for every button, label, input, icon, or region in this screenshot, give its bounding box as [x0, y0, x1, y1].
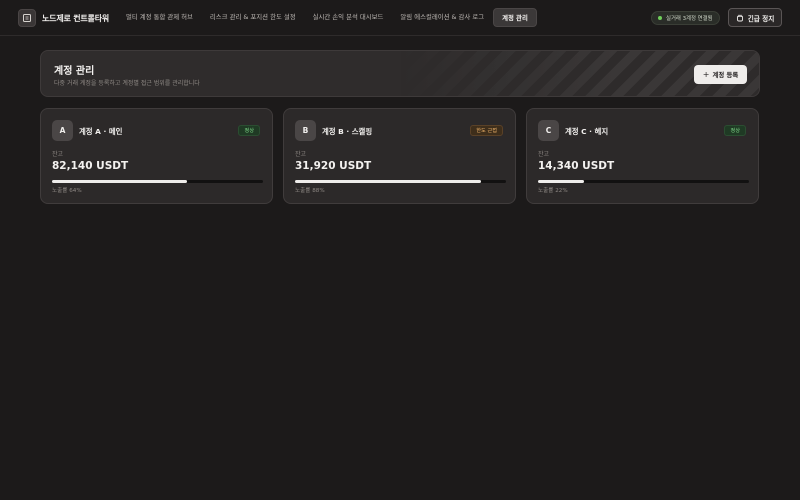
add-account-label: 계정 등록: [712, 71, 739, 79]
account-avatar: C: [538, 120, 559, 141]
page-subtitle: 다중 거래 계정을 등록하고 계정별 접근 범위를 관리합니다: [54, 80, 200, 87]
nav-item-pnl-dashboard[interactable]: 실시간 손익 분석 대시보드: [305, 8, 392, 27]
account-name: 계정 C · 헤지: [565, 127, 609, 136]
plus-icon: +: [702, 69, 710, 79]
exposure-bar-fill: [295, 180, 481, 183]
exposure-bar-fill: [538, 180, 585, 183]
add-account-button[interactable]: + 계정 등록: [694, 65, 747, 84]
nav-item-account-management[interactable]: 계정 관리: [493, 8, 537, 27]
app-name: 노드제로 컨트롤타워: [42, 13, 110, 23]
exposure-bar: [295, 180, 506, 183]
balance-label: 잔고: [538, 151, 550, 158]
account-card[interactable]: A 계정 A · 메인 정상 잔고 82,140 USDT 노출률 64%: [40, 108, 273, 204]
nav-item-multi-account-hub[interactable]: 멀티 계정 통합 관제 허브: [118, 8, 201, 27]
connection-status-text: 실거래 3계정 연결됨: [666, 16, 713, 22]
app-logo-icon: [18, 9, 36, 27]
exposure-bar: [52, 180, 263, 183]
status-badge: 한도 근접: [470, 125, 503, 136]
account-card[interactable]: B 계정 B · 스캘핑 한도 근접 잔고 31,920 USDT 노출률 88…: [283, 108, 516, 204]
account-name: 계정 A · 메인: [79, 127, 123, 136]
account-avatar: B: [295, 120, 316, 141]
connection-status-badge: 실거래 3계정 연결됨: [651, 11, 720, 25]
account-card[interactable]: C 계정 C · 헤지 정상 잔고 14,340 USDT 노출률 22%: [526, 108, 759, 204]
nav-item-risk-management[interactable]: 리스크 관리 & 포지션 한도 설정: [202, 8, 304, 27]
emergency-stop-label: 긴급 정지: [747, 14, 775, 23]
account-management-header-panel: 계정 관리 다중 거래 계정을 등록하고 계정별 접근 범위를 관리합니다 + …: [40, 50, 760, 97]
status-badge: 정상: [724, 125, 746, 136]
exposure-bar-fill: [52, 180, 188, 183]
exposure-label: 노출률 88%: [295, 188, 325, 194]
exposure-label: 노출률 64%: [52, 188, 82, 194]
balance-value: 82,140 USDT: [52, 160, 129, 172]
page-title: 계정 관리: [54, 66, 95, 77]
hand-stop-icon: [736, 14, 743, 21]
exposure-bar: [538, 180, 749, 183]
main-nav: 멀티 계정 통합 관제 허브 리스크 관리 & 포지션 한도 설정 실시간 손익…: [118, 8, 538, 27]
balance-label: 잔고: [52, 151, 64, 158]
top-navigation-bar: 노드제로 컨트롤타워 멀티 계정 통합 관제 허브 리스크 관리 & 포지션 한…: [0, 0, 800, 36]
emergency-stop-button[interactable]: 긴급 정지: [728, 8, 782, 27]
status-dot-icon: [658, 16, 662, 20]
status-badge: 정상: [238, 125, 260, 136]
nav-item-alert-audit-log[interactable]: 알림 에스컬레이션 & 감사 로그: [392, 8, 492, 27]
balance-label: 잔고: [295, 151, 307, 158]
brand[interactable]: 노드제로 컨트롤타워: [18, 9, 109, 27]
balance-value: 31,920 USDT: [295, 160, 372, 172]
exposure-label: 노출률 22%: [538, 188, 568, 194]
account-avatar: A: [52, 120, 73, 141]
balance-value: 14,340 USDT: [538, 160, 615, 172]
account-name: 계정 B · 스캘핑: [322, 127, 373, 136]
